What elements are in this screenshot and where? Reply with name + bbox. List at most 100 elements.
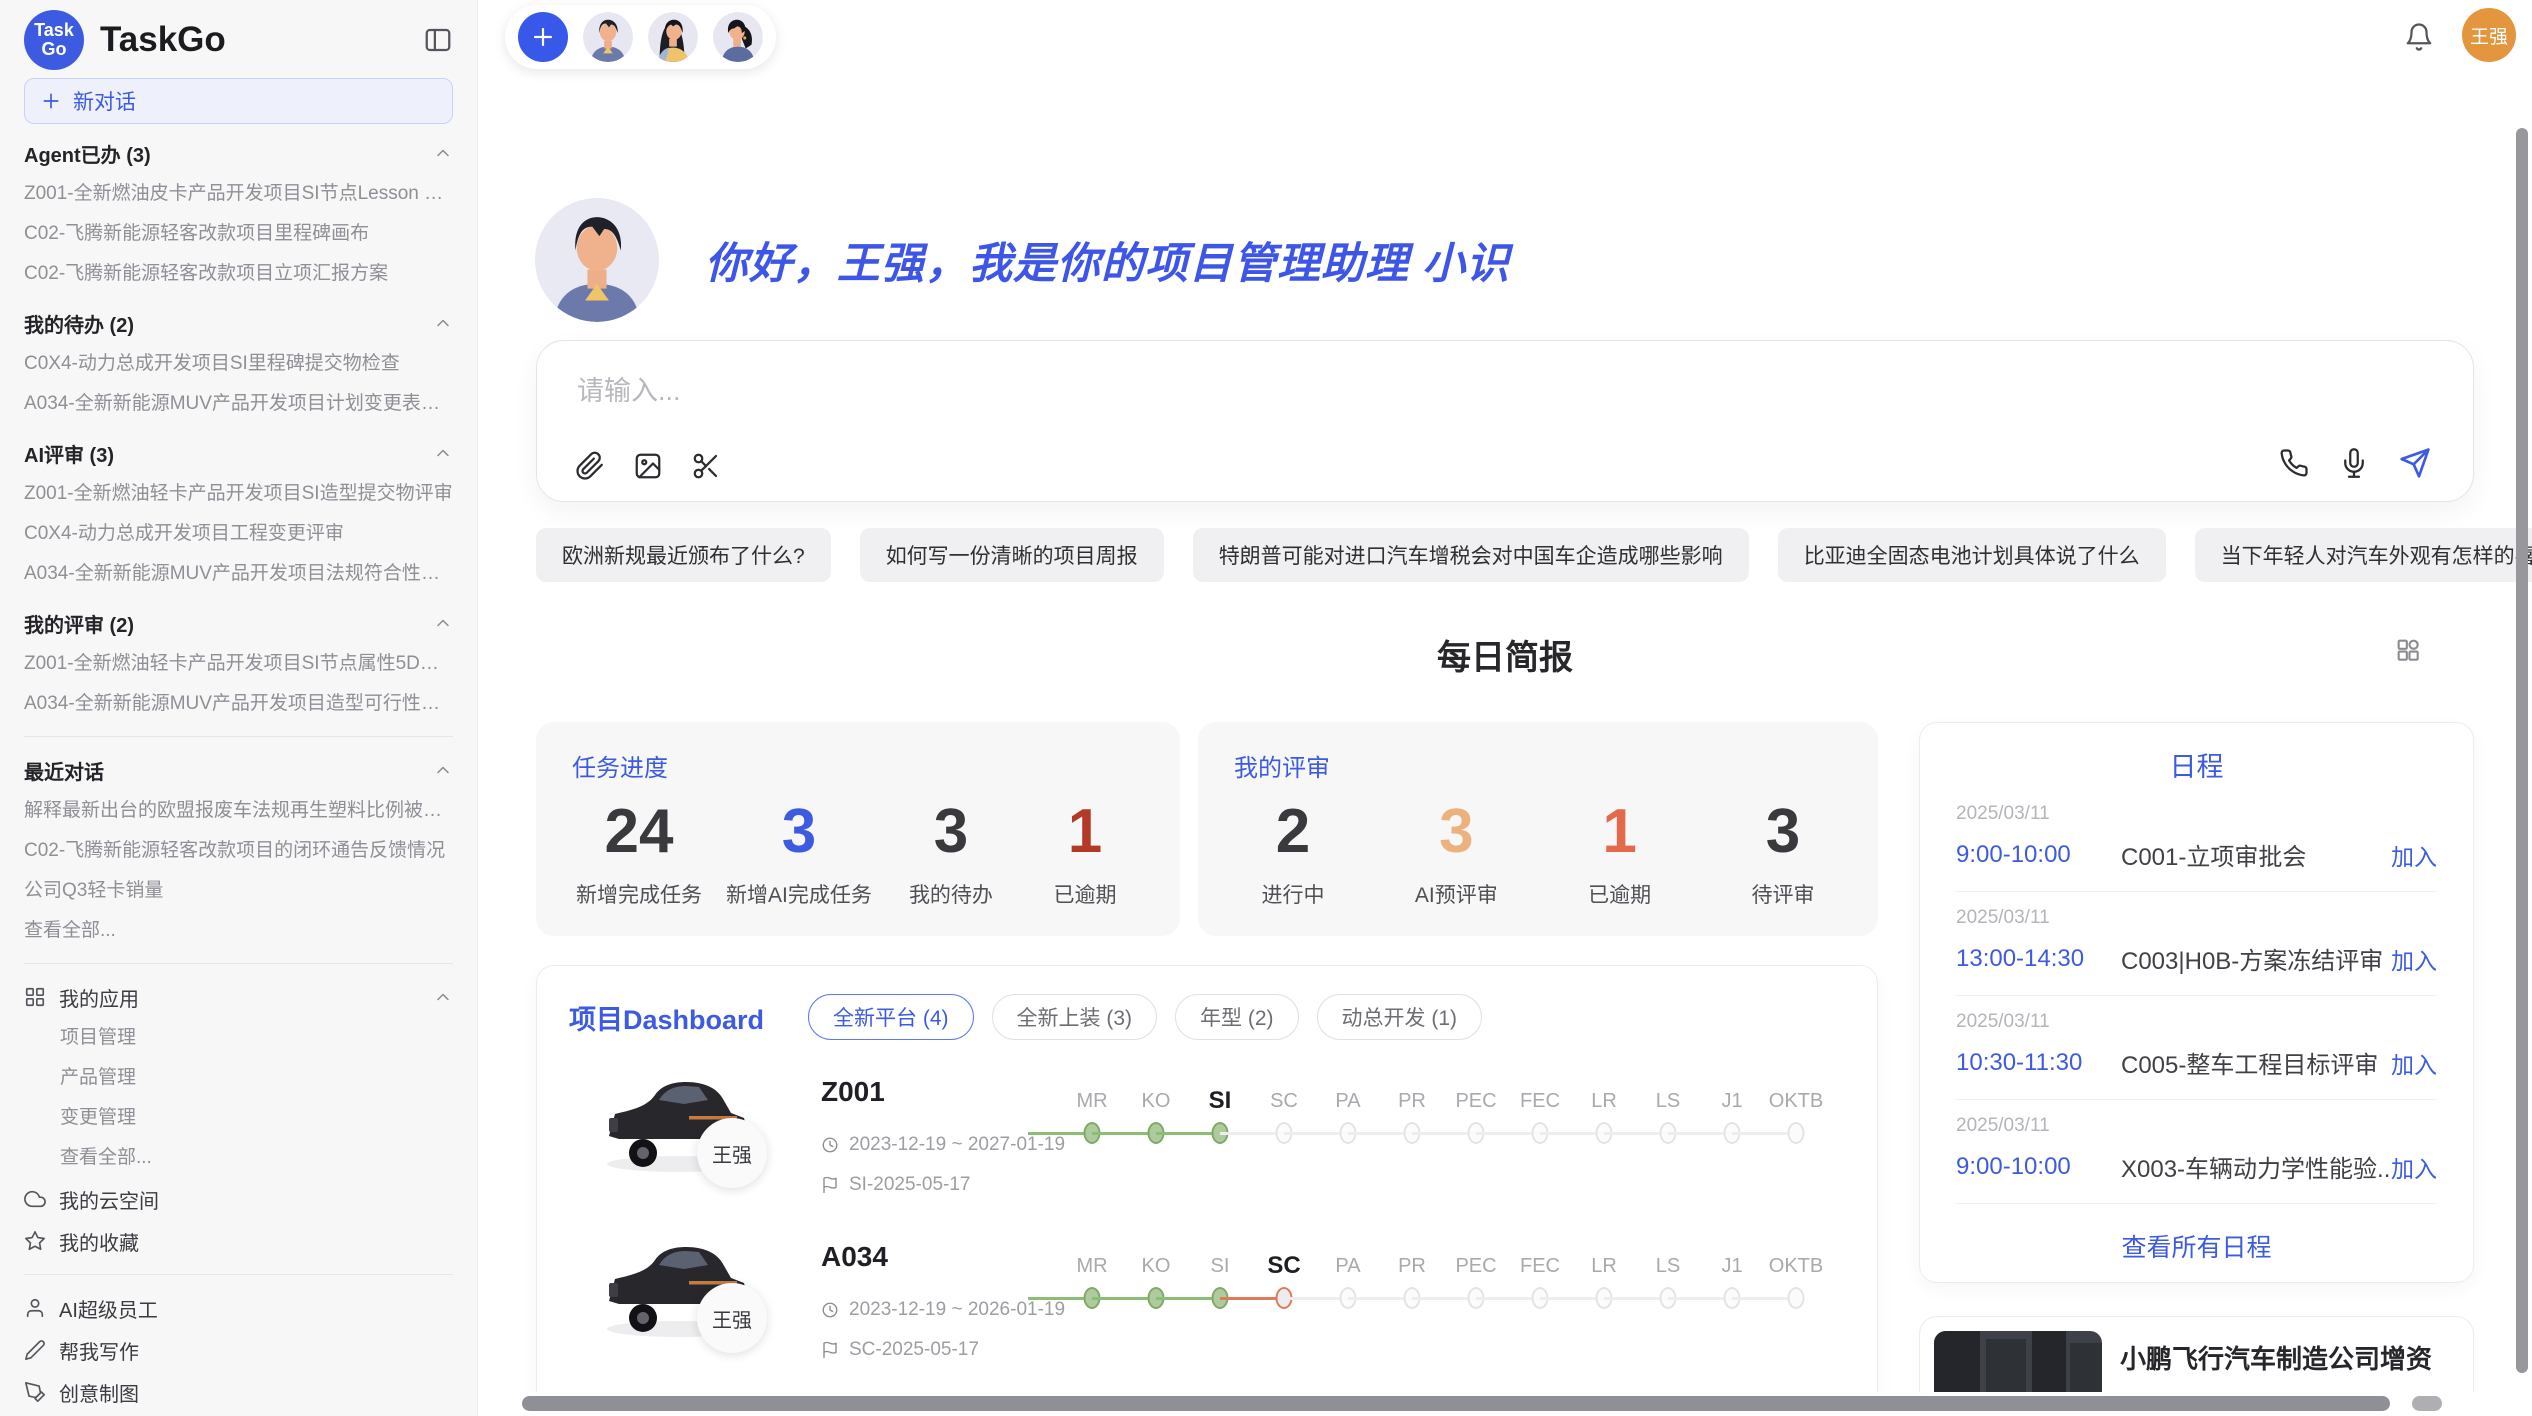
project-row[interactable]: 王强 A034 2023-12-19 ~ 2026-01-19 SC-2025-… xyxy=(537,1221,1877,1386)
recent-conversation-item[interactable]: C02-飞腾新能源轻客改款项目的闭环通告反馈情况 xyxy=(24,831,453,871)
sidebar-item[interactable]: A034-全新新能源MUV产品开发项目计划变更表编写 xyxy=(24,384,453,424)
sidebar-item[interactable]: Z001-全新燃油皮卡产品开发项目SI节点Lesson Learn报告 xyxy=(24,174,453,214)
milestone-connector xyxy=(1604,1132,1668,1135)
horizontal-scrollbar-thumb[interactable] xyxy=(522,1396,2390,1411)
microphone-icon[interactable] xyxy=(2339,448,2369,478)
metric: 3 AI预评审 xyxy=(1401,795,1511,909)
suggestion-chip[interactable]: 特朗普可能对进口汽车增税会对中国车企造成哪些影响 xyxy=(1193,528,1749,582)
send-icon[interactable] xyxy=(2399,447,2431,479)
add-conversation-button[interactable] xyxy=(518,12,568,62)
sidebar-group-header[interactable]: Agent已办 (3) xyxy=(24,132,453,174)
news-title: 小鹏飞行汽车制造公司增资 xyxy=(2120,1339,2432,1376)
sidebar-item[interactable]: C0X4-动力总成开发项目工程变更评审 xyxy=(24,514,453,554)
milestone-label: KO xyxy=(1124,1249,1188,1283)
project-dashboard-card: 项目Dashboard 全新平台 (4) 全新上装 (3) 年型 (2) 动总开… xyxy=(536,965,1878,1416)
chevron-up-icon xyxy=(433,760,453,780)
milestone-label: PEC xyxy=(1444,1084,1508,1118)
project-row[interactable]: 王强 Z001 2023-12-19 ~ 2027-01-19 SI-2025-… xyxy=(537,1056,1877,1221)
sidebar-item[interactable]: C02-飞腾新能源轻客改款项目立项汇报方案 xyxy=(24,254,453,294)
project-dates: 2023-12-19 ~ 2027-01-19 xyxy=(821,1134,1065,1156)
sidebar-item[interactable]: A034-全新新能源MUV产品开发项目造型可行性评审 xyxy=(24,684,453,724)
new-chat-button[interactable]: 新对话 xyxy=(24,78,453,124)
contact-avatar[interactable] xyxy=(648,12,698,62)
dashboard-title: 项目Dashboard xyxy=(569,998,764,1037)
milestone: J1 xyxy=(1700,1084,1764,1146)
event-time: 13:00-14:30 xyxy=(1956,945,2121,973)
sidebar-item-ai-employee[interactable]: AI超级员工 xyxy=(24,1287,453,1329)
metric-value: 2 xyxy=(1238,795,1348,869)
metric: 24 新增完成任务 xyxy=(576,795,702,909)
scissors-icon[interactable] xyxy=(691,451,721,481)
my-review-metrics: 2 进行中 3 AI预评审 1 已逾期 3 待 xyxy=(1234,795,1842,909)
sidebar-group-header[interactable]: 我的评审 (2) xyxy=(24,602,453,644)
app-item[interactable]: 项目管理 xyxy=(24,1018,453,1058)
event-join-link[interactable]: 加入 xyxy=(2391,1150,2437,1184)
sidebar-item-creative-draw[interactable]: 创意制图 xyxy=(24,1371,453,1413)
milestone-label: J1 xyxy=(1700,1084,1764,1118)
milestone-label: LS xyxy=(1636,1084,1700,1118)
sidebar-item[interactable]: C0X4-动力总成开发项目SI里程碑提交物检查 xyxy=(24,344,453,384)
filter-pill[interactable]: 全新平台 (4) xyxy=(808,994,974,1040)
sidebar-collapse-icon[interactable] xyxy=(423,25,453,55)
sidebar-item-help-write[interactable]: 帮我写作 xyxy=(24,1329,453,1371)
suggestion-chip[interactable]: 当下年轻人对汽车外观有怎样的喜好趋势 xyxy=(2195,528,2532,582)
paperclip-icon[interactable] xyxy=(575,451,605,481)
app-item[interactable]: 产品管理 xyxy=(24,1058,453,1098)
sidebar-item[interactable]: A034-全新新能源MUV产品开发项目法规符合性评审 xyxy=(24,554,453,594)
recent-conversations-header[interactable]: 最近对话 xyxy=(24,749,453,791)
metric: 3 我的待办 xyxy=(896,795,1006,909)
sidebar-item-my-apps[interactable]: 我的应用 xyxy=(24,976,453,1018)
milestone-label: SI xyxy=(1188,1249,1252,1283)
phone-icon[interactable] xyxy=(2279,448,2309,478)
filter-pill[interactable]: 动总开发 (1) xyxy=(1317,994,1483,1040)
sidebar-group-items: C0X4-动力总成开发项目SI里程碑提交物检查 A034-全新新能源MUV产品开… xyxy=(24,344,453,424)
app-item[interactable]: 查看全部... xyxy=(24,1138,453,1178)
contact-avatar[interactable] xyxy=(713,12,763,62)
sidebar-item-favorites[interactable]: 我的收藏 xyxy=(24,1220,453,1262)
sidebar-group-title: AI评审 (3) xyxy=(24,439,114,468)
recent-conversation-item[interactable]: 公司Q3轻卡销量 xyxy=(24,871,453,911)
milestone-connector xyxy=(1348,1297,1412,1300)
view-all-schedule-link[interactable]: 查看所有日程 xyxy=(1956,1204,2437,1264)
event-join-link[interactable]: 加入 xyxy=(2391,838,2437,872)
notification-bell-icon[interactable] xyxy=(2404,22,2434,57)
task-progress-card: 任务进度 24 新增完成任务 3 新增AI完成任务 3 我的待办 xyxy=(536,722,1180,936)
plus-icon xyxy=(41,91,61,111)
sidebar-item[interactable]: Z001-全新燃油轻卡产品开发项目SI造型提交物评审 xyxy=(24,474,453,514)
my-apps-items: 项目管理 产品管理 变更管理 查看全部... xyxy=(24,1018,453,1178)
vertical-scrollbar-thumb[interactable] xyxy=(2516,128,2528,1373)
filter-pill[interactable]: 全新上装 (3) xyxy=(992,994,1158,1040)
filter-pill[interactable]: 年型 (2) xyxy=(1175,994,1299,1040)
sidebar-item-cloud-space[interactable]: 我的云空间 xyxy=(24,1178,453,1220)
sidebar-group-header[interactable]: AI评审 (3) xyxy=(24,432,453,474)
suggestion-chip[interactable]: 欧洲新规最近颁布了什么? xyxy=(536,528,831,582)
event-join-link[interactable]: 加入 xyxy=(2391,1046,2437,1080)
milestone-label: MR xyxy=(1060,1249,1124,1283)
horizontal-scrollbar-thumb-secondary[interactable] xyxy=(2412,1396,2442,1411)
horizontal-scrollbar[interactable] xyxy=(478,1392,2532,1416)
chevron-up-icon xyxy=(433,443,453,463)
sidebar-item[interactable]: C02-飞腾新能源轻客改款项目里程碑画布 xyxy=(24,214,453,254)
chat-input-box[interactable]: 请输入... xyxy=(536,340,2474,502)
suggestion-chip[interactable]: 如何写一份清晰的项目周报 xyxy=(860,528,1164,582)
app-item[interactable]: 变更管理 xyxy=(24,1098,453,1138)
taskgo-logo: Task Go xyxy=(24,10,84,70)
image-icon[interactable] xyxy=(633,451,663,481)
milestone-connector xyxy=(1028,1132,1092,1135)
recent-view-all-link[interactable]: 查看全部... xyxy=(24,911,453,951)
contact-avatar[interactable] xyxy=(583,12,633,62)
layout-grid-icon[interactable] xyxy=(2394,636,2422,669)
event-row: 13:00-14:30 C003|H0B-方案冻结评审 加入 xyxy=(1956,941,2437,976)
user-avatar[interactable]: 王强 xyxy=(2462,8,2516,62)
milestone: PA xyxy=(1316,1249,1380,1311)
recent-conversation-item[interactable]: 解释最新出台的欧盟报废车法规再生塑料比例被调至15%... xyxy=(24,791,453,831)
sidebar-group-header[interactable]: 我的待办 (2) xyxy=(24,302,453,344)
suggestion-chip[interactable]: 比亚迪全固态电池计划具体说了什么 xyxy=(1778,528,2166,582)
milestone: MR xyxy=(1060,1084,1124,1146)
milestone-label: PR xyxy=(1380,1084,1444,1118)
event-join-link[interactable]: 加入 xyxy=(2391,942,2437,976)
vertical-scrollbar[interactable] xyxy=(2516,0,2530,1392)
sidebar-item[interactable]: Z001-全新燃油轻卡产品开发项目SI节点属性5D文件评审 xyxy=(24,644,453,684)
metric: 1 已逾期 xyxy=(1030,795,1140,909)
sidebar-group-items: Z001-全新燃油轻卡产品开发项目SI造型提交物评审 C0X4-动力总成开发项目… xyxy=(24,474,453,594)
